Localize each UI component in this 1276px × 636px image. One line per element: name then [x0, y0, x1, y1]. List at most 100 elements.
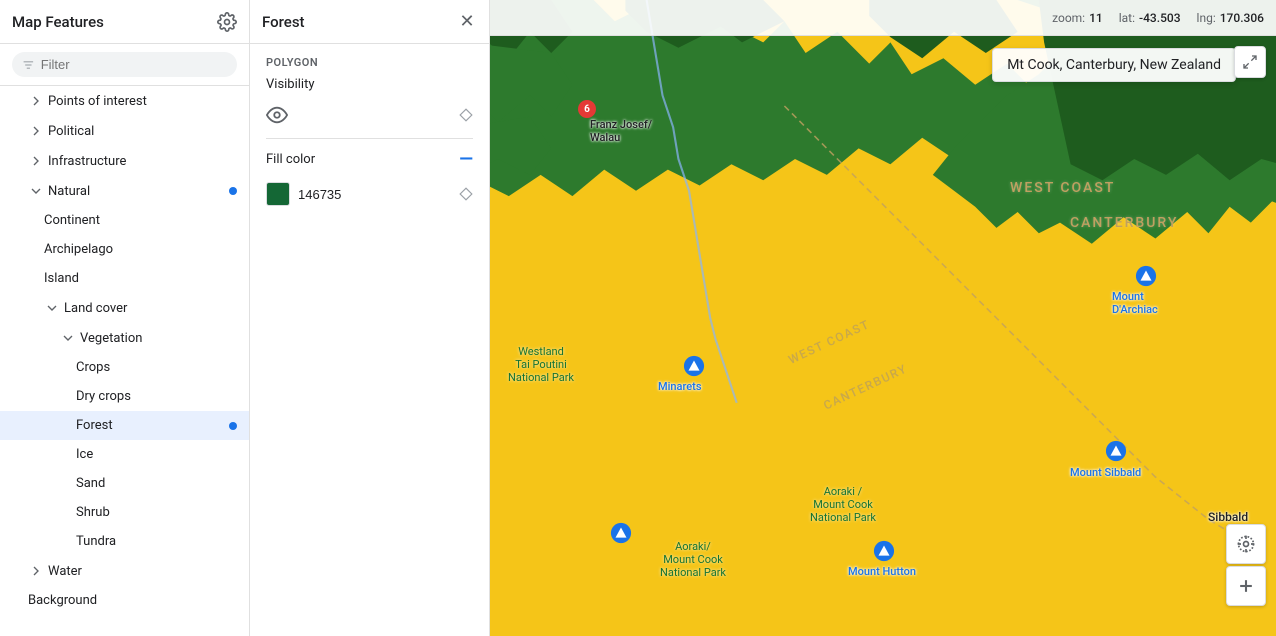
- minarets-label: Minarets: [658, 380, 701, 393]
- fullscreen-icon: [1242, 54, 1258, 70]
- mount-sibbald-icon: [1105, 440, 1127, 462]
- sidebar-item-ice[interactable]: Ice: [0, 440, 249, 469]
- sidebar-item-label: Natural: [48, 184, 229, 199]
- sidebar-item-continent[interactable]: Continent: [0, 206, 249, 235]
- sidebar-item-label: Water: [48, 564, 237, 579]
- detail-title: Forest: [262, 13, 305, 31]
- diamond-icon[interactable]: [459, 187, 473, 201]
- fill-color-row: [266, 182, 358, 206]
- filter-input[interactable]: [41, 57, 227, 72]
- mount-sibbald-label: Mount Sibbald: [1070, 466, 1141, 479]
- west-coast-label-1: WEST COAST: [1010, 180, 1115, 196]
- fullscreen-button[interactable]: [1234, 46, 1266, 78]
- location-icon: [1236, 534, 1256, 554]
- sidebar-item-label: Forest: [76, 418, 229, 433]
- sidebar-item-label: Sand: [76, 476, 237, 491]
- map-topbar: zoom: 11 lat: -43.503 lng: 170.306: [490, 0, 1276, 36]
- location-button[interactable]: [1226, 524, 1266, 564]
- sidebar-item-label: Points of interest: [48, 94, 237, 109]
- mount-hutton-label: Mount Hutton: [848, 565, 916, 578]
- franz-josef-label: Franz Josef/Walau: [590, 118, 652, 144]
- visibility-row: Visibility: [266, 77, 473, 92]
- minus-icon[interactable]: —: [459, 149, 473, 170]
- mount-darchiac-label: MountD'Archiac: [1112, 290, 1158, 316]
- filter-bar: [0, 44, 249, 86]
- sidebar: Map Features Points of interest Politica…: [0, 0, 250, 636]
- sidebar-item-points-of-interest[interactable]: Points of interest: [0, 86, 249, 116]
- aoraki-center-label: Aoraki /Mount CookNational Park: [810, 485, 876, 524]
- sidebar-item-label: Dry crops: [76, 389, 237, 404]
- map-area[interactable]: zoom: 11 lat: -43.503 lng: 170.306: [490, 0, 1276, 636]
- chevron-right-icon: [28, 123, 44, 139]
- color-hex-input[interactable]: [298, 187, 358, 202]
- lng-coord: lng: 170.306: [1197, 11, 1264, 25]
- sidebar-item-dry-crops[interactable]: Dry crops: [0, 382, 249, 411]
- map-controls: [1226, 524, 1266, 606]
- chevron-right-icon: [28, 153, 44, 169]
- sidebar-item-land-cover[interactable]: Land cover: [0, 293, 249, 323]
- fill-color-label: Fill color: [266, 152, 315, 167]
- divider: [266, 138, 473, 139]
- close-button[interactable]: ✕: [457, 12, 477, 32]
- sidebar-item-archipelago[interactable]: Archipelago: [0, 235, 249, 264]
- chevron-down-icon: [60, 330, 76, 346]
- sidebar-item-natural[interactable]: Natural: [0, 176, 249, 206]
- sidebar-item-label: Shrub: [76, 505, 237, 520]
- sidebar-item-label: Island: [44, 271, 237, 286]
- gear-icon[interactable]: [217, 12, 237, 32]
- sidebar-item-label: Continent: [44, 213, 237, 228]
- visibility-icon[interactable]: [266, 104, 288, 126]
- sidebar-item-vegetation[interactable]: Vegetation: [0, 323, 249, 353]
- filter-input-wrap[interactable]: [12, 52, 237, 77]
- fill-color-label-row: Fill color —: [266, 149, 473, 170]
- sidebar-item-political[interactable]: Political: [0, 116, 249, 146]
- diamond-icon[interactable]: [459, 108, 473, 122]
- sidebar-item-label: Background: [28, 593, 237, 608]
- lat-coord: lat: -43.503: [1119, 11, 1181, 25]
- visibility-label: Visibility: [266, 77, 315, 92]
- sidebar-item-shrub[interactable]: Shrub: [0, 498, 249, 527]
- sidebar-item-label: Land cover: [64, 301, 237, 316]
- sidebar-item-label: Ice: [76, 447, 237, 462]
- fill-color-control-row: [266, 182, 473, 206]
- mount-darchiac-icon: [1135, 265, 1157, 287]
- sidebar-item-sand[interactable]: Sand: [0, 469, 249, 498]
- sidebar-item-infrastructure[interactable]: Infrastructure: [0, 146, 249, 176]
- sidebar-item-label: Crops: [76, 360, 237, 375]
- sidebar-item-island[interactable]: Island: [0, 264, 249, 293]
- mount-hutton-icon: [873, 540, 895, 562]
- sidebar-item-background[interactable]: Background: [0, 586, 249, 615]
- active-dot: [229, 422, 237, 430]
- color-swatch[interactable]: [266, 182, 290, 206]
- map-container: Mt Cook, Canterbury, New Zealand 6 Franz…: [490, 0, 1276, 636]
- canterbury-label-1: CANTERBURY: [1070, 215, 1178, 231]
- sidebar-item-tundra[interactable]: Tundra: [0, 527, 249, 556]
- sidebar-item-water[interactable]: Water: [0, 556, 249, 586]
- visibility-control-row: [266, 104, 473, 126]
- westland-park-label: WestlandTai PoutiniNational Park: [508, 345, 574, 384]
- aoraki-left-icon: [610, 522, 632, 544]
- aoraki-left-label: Aoraki/Mount CookNational Park: [660, 540, 726, 579]
- zoom-coord: zoom: 11: [1052, 11, 1103, 25]
- location-tooltip: Mt Cook, Canterbury, New Zealand: [992, 48, 1236, 82]
- chevron-down-icon: [44, 300, 60, 316]
- sidebar-item-label: Vegetation: [80, 331, 237, 346]
- chevron-down-icon: [28, 183, 44, 199]
- plus-icon: [1236, 576, 1256, 596]
- filter-lines-icon: [22, 58, 35, 72]
- sidebar-title: Map Features: [12, 13, 104, 31]
- sidebar-item-label: Archipelago: [44, 242, 237, 257]
- zoom-in-button[interactable]: [1226, 566, 1266, 606]
- nav-tree: Points of interest Political Infrastruct…: [0, 86, 249, 636]
- franz-josef-badge: 6: [578, 100, 596, 118]
- sidebar-header: Map Features: [0, 0, 249, 44]
- active-dot: [229, 187, 237, 195]
- sidebar-item-crops[interactable]: Crops: [0, 353, 249, 382]
- sidebar-item-label: Tundra: [76, 534, 237, 549]
- chevron-right-icon: [28, 563, 44, 579]
- sibbald-label: Sibbald: [1208, 510, 1248, 524]
- chevron-right-icon: [28, 93, 44, 109]
- sidebar-item-label: Political: [48, 124, 237, 139]
- sidebar-item-label: Infrastructure: [48, 154, 237, 169]
- sidebar-item-forest[interactable]: Forest: [0, 411, 249, 440]
